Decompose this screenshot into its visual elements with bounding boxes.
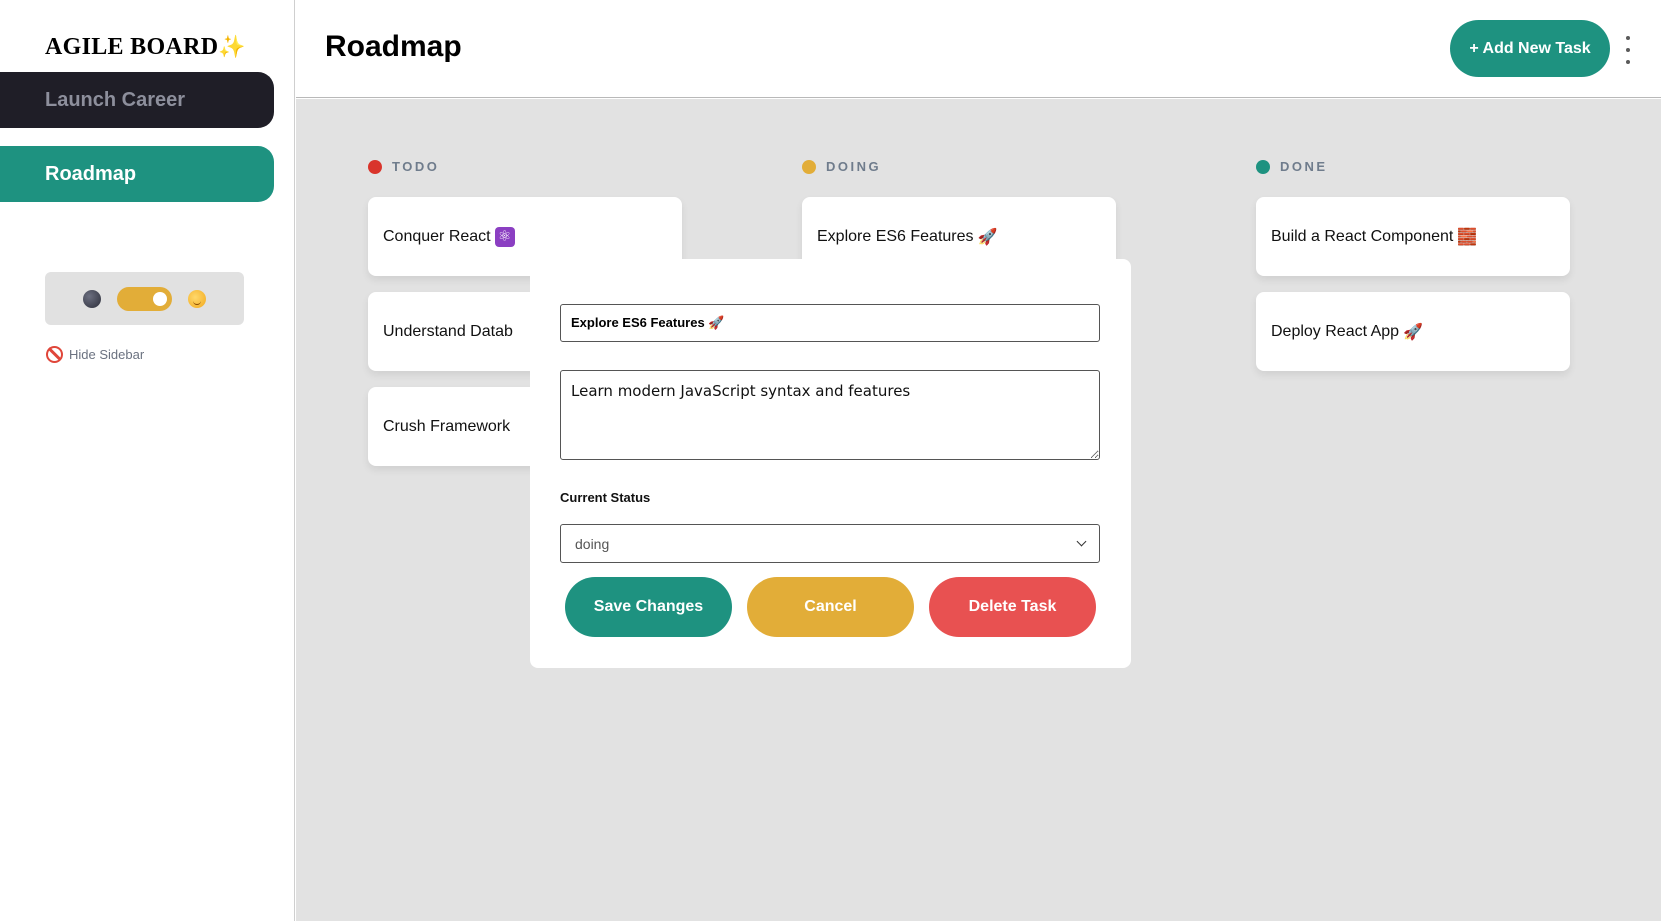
task-title-input[interactable] bbox=[560, 304, 1100, 342]
status-dot bbox=[368, 159, 382, 174]
status-dot bbox=[1256, 159, 1270, 174]
delete-task-button[interactable]: Delete Task bbox=[929, 577, 1096, 637]
status-label: Current Status bbox=[560, 490, 651, 505]
task-title: Understand Datab bbox=[383, 322, 513, 340]
page-title: Roadmap bbox=[325, 30, 462, 63]
theme-switcher bbox=[45, 272, 244, 325]
task-title: Conquer React bbox=[383, 227, 491, 245]
hide-sidebar-label: Hide Sidebar bbox=[69, 347, 145, 362]
atom-icon: ⚛ bbox=[494, 226, 515, 247]
cancel-button[interactable]: Cancel bbox=[747, 577, 914, 637]
task-description-input[interactable]: Learn modern JavaScript syntax and featu… bbox=[560, 370, 1100, 460]
task-title: Crush Framework bbox=[383, 417, 511, 435]
column-name: TODO bbox=[392, 159, 440, 174]
top-header: Roadmap + Add New Task bbox=[296, 0, 1661, 98]
edit-task-modal: Learn modern JavaScript syntax and featu… bbox=[530, 259, 1131, 668]
task-title: Build a React Component bbox=[1271, 227, 1454, 245]
column-name: DONE bbox=[1280, 159, 1328, 174]
toggle-knob bbox=[153, 291, 167, 306]
task-title: Deploy React App bbox=[1271, 322, 1400, 340]
status-dot bbox=[802, 159, 816, 174]
rocket-icon: 🚀 bbox=[1403, 323, 1423, 341]
status-select[interactable]: doing bbox=[560, 524, 1100, 563]
column-name: DOING bbox=[826, 159, 882, 174]
save-changes-button[interactable]: Save Changes bbox=[565, 577, 732, 637]
task-card[interactable]: Build a React Component 🧱 bbox=[1256, 197, 1570, 276]
board-area: TODO Conquer React ⚛ Understand Datab Cru… bbox=[296, 99, 1661, 921]
more-options-icon[interactable] bbox=[1622, 36, 1634, 64]
brick-icon: 🧱 bbox=[1457, 228, 1478, 246]
board-item-launch-career[interactable]: Launch Career bbox=[0, 72, 274, 128]
brand-name: AGILE BOARD bbox=[45, 34, 219, 60]
hide-sidebar-button[interactable]: Hide Sidebar bbox=[46, 346, 144, 363]
column-header-done: DONE bbox=[1256, 159, 1328, 174]
rocket-icon: 🚀 bbox=[977, 228, 998, 246]
add-new-task-button[interactable]: + Add New Task bbox=[1450, 20, 1610, 77]
sun-icon bbox=[188, 289, 206, 308]
theme-toggle[interactable] bbox=[117, 286, 172, 311]
task-card[interactable]: Deploy React App 🚀 bbox=[1256, 292, 1570, 371]
column-header-doing: DOING bbox=[802, 159, 881, 174]
moon-icon bbox=[83, 289, 101, 308]
task-title: Explore ES6 Features bbox=[817, 227, 974, 245]
column-header-todo: TODO bbox=[368, 159, 439, 174]
prohibited-icon bbox=[46, 346, 63, 363]
app-logo: AGILE BOARD✨ bbox=[45, 34, 246, 61]
chevron-down-icon bbox=[1076, 536, 1087, 547]
status-selected-value: doing bbox=[575, 535, 610, 552]
sparkle-icon: ✨ bbox=[218, 34, 247, 59]
board-item-roadmap[interactable]: Roadmap bbox=[0, 146, 274, 202]
sidebar: AGILE BOARD✨ Launch Career Roadmap Hide … bbox=[0, 0, 295, 921]
